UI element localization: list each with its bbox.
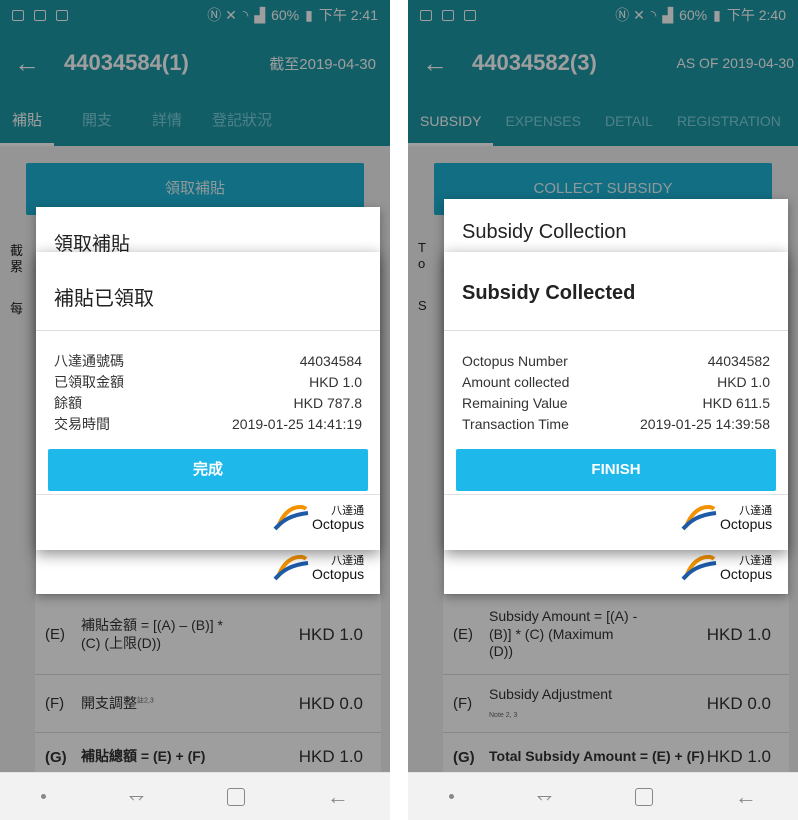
- nav-back-icon[interactable]: ←: [735, 784, 757, 810]
- octopus-wordmark: 八達通 Octopus: [312, 554, 365, 582]
- octopus-mark-icon: [681, 555, 717, 581]
- nav-home-icon[interactable]: [634, 787, 653, 806]
- transaction-details: Octopus Number 44034582 Amount collected H…: [444, 331, 788, 435]
- detail-row: 八達通號碼 44034584: [54, 351, 362, 372]
- nav-recent-icon[interactable]: ⥐: [128, 785, 144, 808]
- detail-row: Octopus Number 44034582: [462, 351, 770, 372]
- separator: [390, 0, 408, 820]
- detail-label: 餘額: [54, 395, 82, 411]
- nav-dot-icon[interactable]: [449, 794, 455, 799]
- nav-home-icon[interactable]: [226, 787, 245, 806]
- nav-dot-icon[interactable]: [41, 794, 47, 799]
- collection-dialog-title: Subsidy Collection: [462, 221, 627, 243]
- octopus-cn: 八達通: [739, 554, 773, 567]
- detail-value: HKD 1.0: [717, 374, 770, 390]
- octopus-logo: 八達通 Octopus: [272, 553, 364, 583]
- system-nav-bar: ⥐ ←: [0, 772, 390, 820]
- detail-row: Transaction Time 2019-01-25 14:39:58: [462, 414, 770, 435]
- octopus-en: Octopus: [720, 565, 773, 582]
- detail-value: 2019-01-25 14:39:58: [640, 416, 770, 432]
- octopus-mark-icon: [681, 505, 717, 531]
- detail-label: Octopus Number: [462, 353, 568, 369]
- detail-value: HKD 787.8: [293, 395, 362, 411]
- detail-row: 餘額 HKD 787.8: [54, 393, 362, 414]
- detail-row: Amount collected HKD 1.0: [462, 372, 770, 393]
- octopus-wordmark: 八達通 Octopus: [720, 554, 773, 582]
- system-nav-bar: ⥐ ←: [408, 772, 798, 820]
- dialog-footer: 八達通 Octopus: [36, 494, 380, 550]
- octopus-en: Octopus: [312, 565, 365, 582]
- collection-dialog-title: 領取補貼: [54, 234, 131, 255]
- phone-right-english: Ⓝ ✕ ◝ ▟ 60% ▮ 下午 2:40 ← 44034582(3) AS O…: [408, 0, 798, 820]
- detail-value: 2019-01-25 14:41:19: [232, 416, 362, 432]
- subsidy-collected-dialog: 補貼已領取 八達通號碼 44034584 已領取金額 HKD 1.0 餘額 HKD 7…: [36, 252, 380, 550]
- detail-label: Remaining Value: [462, 395, 568, 411]
- detail-label: Amount collected: [462, 374, 570, 390]
- detail-value: HKD 611.5: [702, 395, 770, 411]
- screenshot-pair: Ⓝ ✕ ◝ ▟ 60% ▮ 下午 2:41 ← 44034584(1) 截至20…: [0, 0, 798, 820]
- detail-row: 已領取金額 HKD 1.0: [54, 372, 362, 393]
- subsidy-collected-dialog: Subsidy Collected Octopus Number 44034582…: [444, 252, 788, 550]
- octopus-en: Octopus: [720, 515, 773, 532]
- dialog-heading: Subsidy Collected: [462, 282, 636, 304]
- phone-left-chinese: Ⓝ ✕ ◝ ▟ 60% ▮ 下午 2:41 ← 44034584(1) 截至20…: [0, 0, 390, 820]
- octopus-logo: 八達通 Octopus: [680, 553, 772, 583]
- detail-label: 八達通號碼: [54, 353, 124, 369]
- detail-row: Remaining Value HKD 611.5: [462, 393, 770, 414]
- finish-button[interactable]: FINISH: [456, 449, 776, 491]
- octopus-wordmark: 八達通 Octopus: [720, 504, 773, 532]
- detail-label: 已領取金額: [54, 374, 124, 390]
- detail-label: Transaction Time: [462, 416, 569, 432]
- nav-back-icon[interactable]: ←: [327, 784, 349, 810]
- octopus-logo: 八達通 Octopus: [272, 503, 364, 533]
- detail-value: 44034582: [707, 353, 770, 369]
- dialog-footer: 八達通 Octopus: [444, 494, 788, 550]
- finish-button[interactable]: 完成: [48, 449, 368, 491]
- detail-value: 44034584: [299, 353, 362, 369]
- octopus-mark-icon: [273, 555, 309, 581]
- octopus-cn: 八達通: [739, 504, 773, 517]
- octopus-wordmark: 八達通 Octopus: [312, 504, 365, 532]
- nav-recent-icon[interactable]: ⥐: [536, 785, 552, 808]
- transaction-details: 八達通號碼 44034584 已領取金額 HKD 1.0 餘額 HKD 787.8 交…: [36, 331, 380, 435]
- octopus-logo: 八達通 Octopus: [680, 503, 772, 533]
- octopus-mark-icon: [273, 505, 309, 531]
- detail-value: HKD 1.0: [309, 374, 362, 390]
- octopus-cn: 八達通: [331, 504, 365, 517]
- octopus-en: Octopus: [312, 515, 365, 532]
- detail-label: 交易時間: [54, 416, 110, 432]
- octopus-cn: 八達通: [331, 554, 365, 567]
- detail-row: 交易時間 2019-01-25 14:41:19: [54, 414, 362, 435]
- dialog-heading: 補貼已領取: [54, 288, 154, 310]
